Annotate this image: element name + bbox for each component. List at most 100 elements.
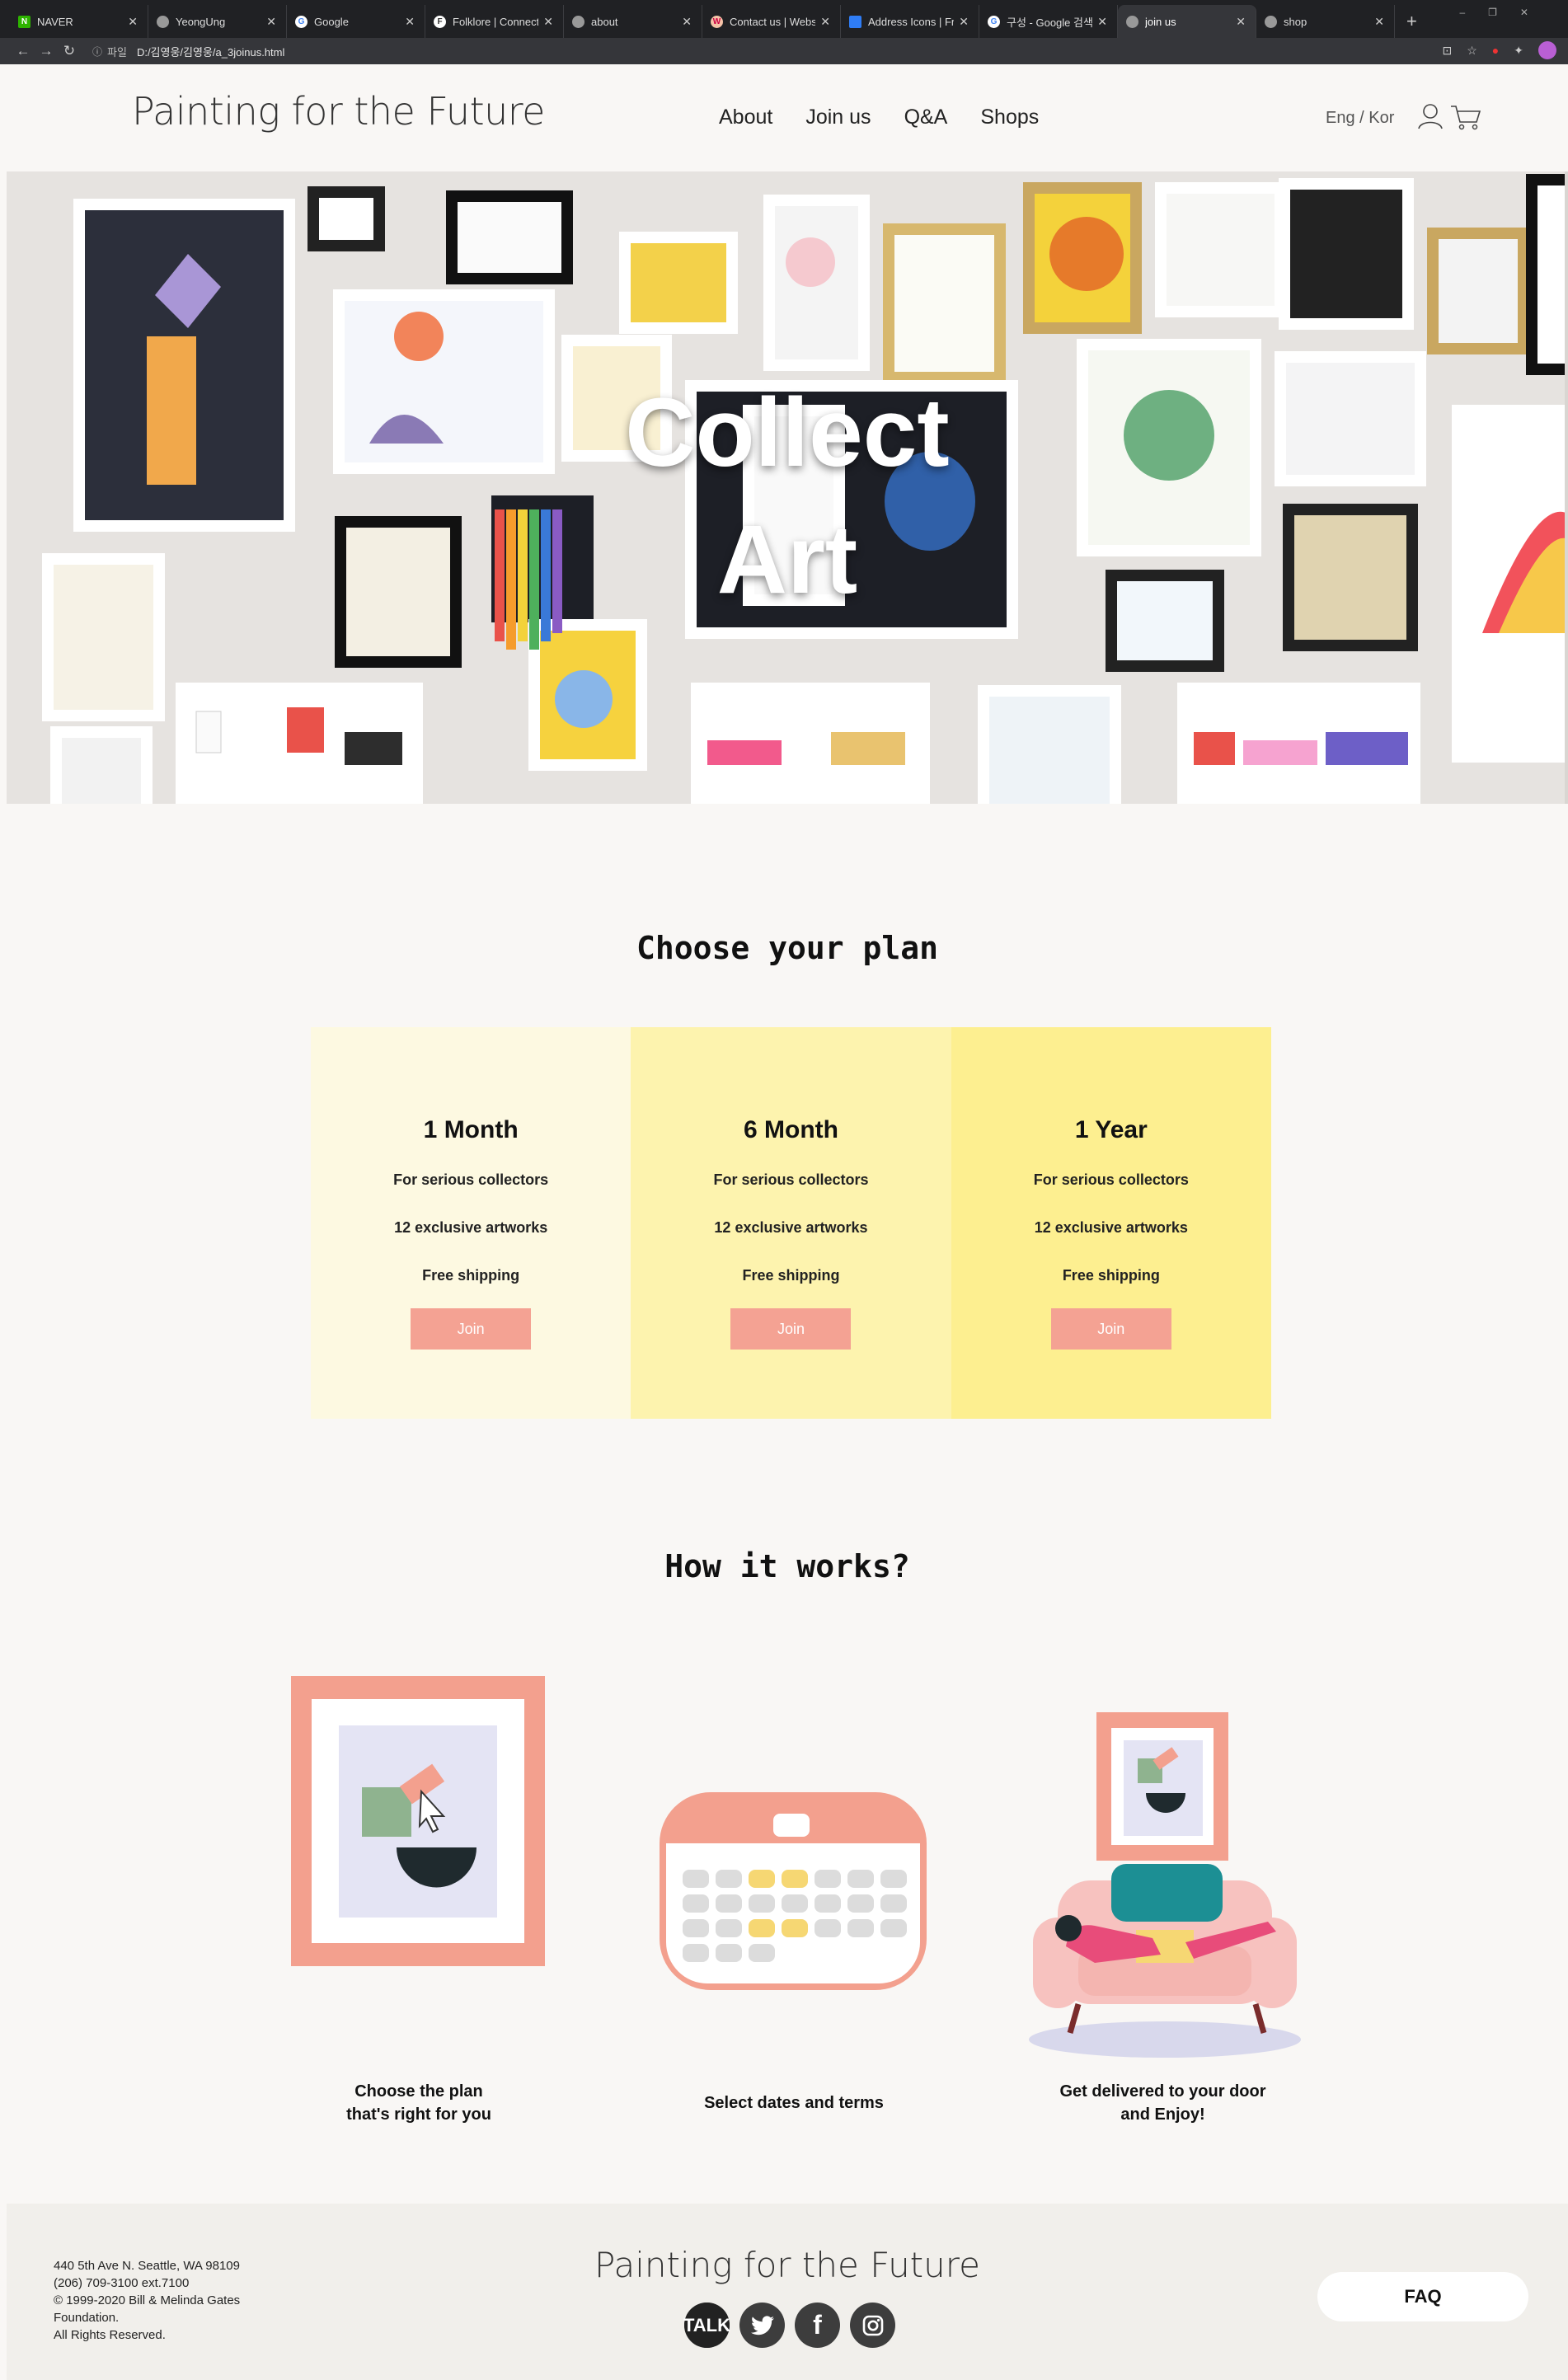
calendar-day-cell xyxy=(782,1870,808,1888)
reload-icon[interactable]: ↻ xyxy=(58,43,81,59)
globe-icon xyxy=(1126,15,1138,28)
plan-card-1-year: 1 Year For serious collectors 12 exclusi… xyxy=(951,1027,1271,1419)
plans-heading: Choose your plan xyxy=(636,930,939,966)
plan-feature: Free shipping xyxy=(1062,1267,1160,1284)
globe-icon xyxy=(1265,15,1277,28)
choose-plan-illustration xyxy=(291,1676,545,1966)
tab-about[interactable]: about ✕ xyxy=(564,5,702,38)
tab-contact[interactable]: W Contact us | Webs ✕ xyxy=(702,5,841,38)
close-icon[interactable]: ✕ xyxy=(128,15,138,29)
nav-join-us[interactable]: Join us xyxy=(805,106,871,129)
contact-icon: W xyxy=(711,15,723,28)
user-icon[interactable] xyxy=(1416,102,1444,130)
globe-icon xyxy=(572,15,584,28)
plan-feature: Free shipping xyxy=(742,1267,840,1284)
site-header: Painting for the Future About Join us Q&… xyxy=(7,64,1568,171)
plan-card-1-month: 1 Month For serious collectors 12 exclus… xyxy=(311,1027,631,1419)
calendar-day-cell xyxy=(847,1870,874,1888)
calendar-day-cell xyxy=(782,1919,808,1937)
close-icon[interactable]: ✕ xyxy=(1097,15,1107,29)
calendar-day-cell xyxy=(716,1919,742,1937)
forward-icon[interactable]: → xyxy=(35,43,58,59)
window-controls[interactable]: –❐✕ xyxy=(1460,7,1552,18)
globe-icon xyxy=(157,15,169,28)
plan-feature: 12 exclusive artworks xyxy=(394,1219,548,1236)
nav-shops[interactable]: Shops xyxy=(980,106,1039,129)
google-icon: G xyxy=(295,15,307,28)
calendar-day-cell xyxy=(782,1894,808,1913)
new-tab-button[interactable]: + xyxy=(1406,5,1417,38)
naver-icon: N xyxy=(18,15,31,28)
tab-yeongung[interactable]: YeongUng ✕ xyxy=(148,5,287,38)
calendar-day-cell xyxy=(683,1870,709,1888)
kakaotalk-icon[interactable]: TALK xyxy=(683,2303,730,2348)
calendar-illustration xyxy=(660,1792,927,1990)
join-button-1-month[interactable]: Join xyxy=(411,1308,532,1350)
site-footer: 440 5th Ave N. Seattle, WA 98109 (206) 7… xyxy=(7,2204,1568,2380)
close-icon[interactable]: ✕ xyxy=(405,15,415,29)
calendar-day-cell xyxy=(749,1870,775,1888)
google-icon: G xyxy=(988,15,1000,28)
facebook-icon[interactable]: f xyxy=(795,2303,840,2348)
instagram-icon[interactable] xyxy=(850,2303,895,2348)
close-icon[interactable]: ✕ xyxy=(1374,15,1384,29)
nav-about[interactable]: About xyxy=(719,106,772,129)
hero-banner: Collect Art xyxy=(7,171,1568,804)
calendar-day-cell xyxy=(749,1894,775,1913)
calendar-day-cell xyxy=(847,1919,874,1937)
close-icon[interactable]: ✕ xyxy=(1236,15,1246,29)
close-icon[interactable]: ✕ xyxy=(820,15,830,29)
address-bar: ← → ↻ ⓘ 파일 D:/김영웅/김영웅/a_3joinus.html ⊡ ☆… xyxy=(0,38,1568,64)
plan-card-6-month: 6 Month For serious collectors 12 exclus… xyxy=(631,1027,951,1419)
plan-name: 6 Month xyxy=(744,1116,838,1143)
social-links: TALK f xyxy=(683,2303,895,2348)
nav-qa[interactable]: Q&A xyxy=(904,106,948,129)
calendar-day-cell xyxy=(815,1870,841,1888)
calendar-day-cell xyxy=(847,1894,874,1913)
star-icon[interactable]: ☆ xyxy=(1467,44,1477,58)
translate-icon[interactable]: ⊡ xyxy=(1443,44,1453,58)
step-2-caption: Select dates and terms xyxy=(704,2094,884,2112)
extension-adblock-icon[interactable]: ● xyxy=(1492,44,1499,57)
delivery-sofa-illustration xyxy=(1029,1712,1301,2058)
join-button-1-year[interactable]: Join xyxy=(1050,1308,1171,1350)
tab-naver[interactable]: N NAVER ✕ xyxy=(10,5,148,38)
tab-google[interactable]: G Google ✕ xyxy=(287,5,425,38)
close-icon[interactable]: ✕ xyxy=(543,15,553,29)
plan-name: 1 Year xyxy=(1074,1116,1148,1143)
calendar-day-cell xyxy=(683,1944,709,1962)
tab-address-icons[interactable]: Address Icons | Fr ✕ xyxy=(841,5,979,38)
url-field[interactable]: ⓘ 파일 D:/김영웅/김영웅/a_3joinus.html xyxy=(92,40,284,62)
puzzle-icon[interactable]: ✦ xyxy=(1514,44,1523,58)
join-button-6-month[interactable]: Join xyxy=(730,1308,852,1350)
how-heading: How it works? xyxy=(664,1548,910,1584)
toolbar-icons: ⊡ ☆ ● ✦ xyxy=(1443,41,1556,59)
profile-avatar[interactable] xyxy=(1538,41,1556,59)
plan-feature: For serious collectors xyxy=(713,1171,869,1188)
close-icon[interactable]: ✕ xyxy=(959,15,969,29)
browser-chrome: N NAVER ✕ YeongUng ✕ G Google ✕ F Folklore | C… xyxy=(0,0,1568,64)
plan-name: 1 Month xyxy=(423,1116,519,1143)
twitter-icon[interactable] xyxy=(739,2303,785,2348)
calendar-day-cell xyxy=(749,1919,775,1937)
tab-strip: N NAVER ✕ YeongUng ✕ G Google ✕ F Folklore | C… xyxy=(0,0,1568,38)
language-switch[interactable]: Eng / Kor xyxy=(1326,109,1394,128)
tab-folklore[interactable]: F Folklore | Connect ✕ xyxy=(425,5,564,38)
calendar-day-cell xyxy=(815,1919,841,1937)
tab-google-search[interactable]: G 구성 - Google 검색 ✕ xyxy=(979,5,1118,38)
close-icon[interactable]: ✕ xyxy=(266,15,276,29)
site-logo[interactable]: Painting for the Future xyxy=(132,89,545,134)
main-nav: About Join us Q&A Shops xyxy=(719,106,1039,129)
tab-join-us[interactable]: join us ✕ xyxy=(1118,5,1256,38)
cart-icon[interactable] xyxy=(1449,104,1482,130)
tab-shop[interactable]: shop ✕ xyxy=(1256,5,1395,38)
calendar-day-cell xyxy=(880,1870,907,1888)
plan-cards: 1 Month For serious collectors 12 exclus… xyxy=(311,1027,1271,1419)
plan-feature: For serious collectors xyxy=(1033,1171,1189,1188)
calendar-day-cell xyxy=(880,1919,907,1937)
step-3-caption: Get delivered to your door and Enjoy! xyxy=(1059,2082,1266,2124)
close-icon[interactable]: ✕ xyxy=(682,15,692,29)
back-icon[interactable]: ← xyxy=(12,43,35,59)
faq-button[interactable]: FAQ xyxy=(1317,2272,1528,2321)
info-icon[interactable]: ⓘ xyxy=(92,45,102,59)
